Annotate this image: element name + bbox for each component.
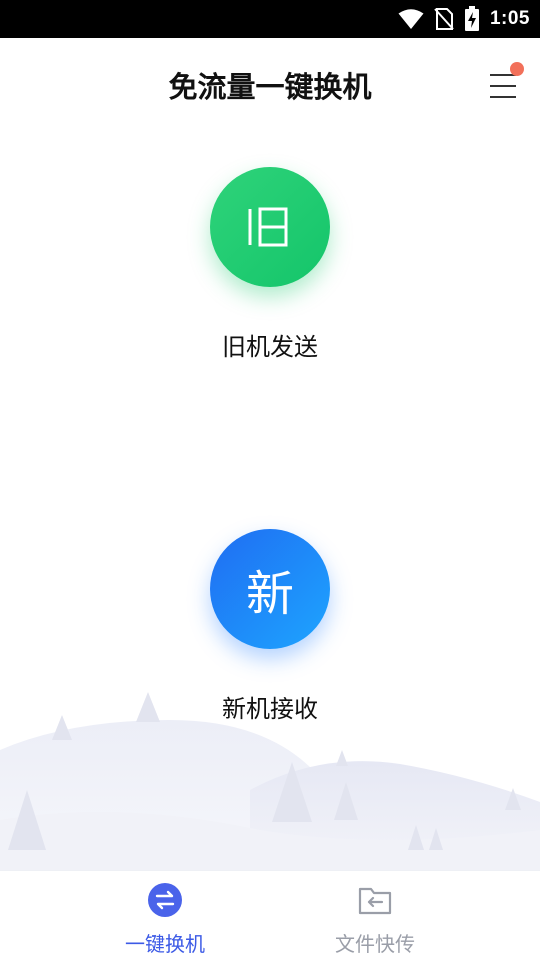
old-device-send-button[interactable]: 旧机发送	[170, 167, 370, 362]
bottom-tab-bar: 一键换机 文件快传	[0, 870, 540, 960]
menu-icon-line	[490, 85, 516, 87]
tab-label: 一键换机	[125, 932, 205, 956]
menu-icon-line	[490, 96, 516, 98]
menu-button[interactable]	[478, 62, 524, 108]
app-header: 免流量一键换机	[0, 38, 540, 130]
tab-one-click-switch[interactable]: 一键换机	[65, 871, 265, 960]
wifi-icon	[398, 9, 424, 29]
no-sim-icon	[434, 8, 454, 30]
new-device-label: 新机接收	[222, 695, 318, 723]
new-device-receive-button[interactable]: 新 新机接收	[170, 529, 370, 724]
page-title: 免流量一键换机	[168, 70, 372, 104]
swap-arrows-icon	[148, 883, 182, 917]
folder-transfer-icon	[358, 887, 392, 915]
status-time: 1:05	[489, 8, 530, 29]
battery-charging-icon	[464, 6, 479, 31]
tab-file-transfer[interactable]: 文件快传	[275, 871, 475, 960]
notification-dot	[510, 62, 524, 76]
status-icons: 1:05	[398, 0, 530, 38]
old-device-label: 旧机发送	[222, 333, 318, 361]
status-bar: 1:05	[0, 0, 540, 38]
old-device-glyph-icon	[248, 207, 288, 247]
new-device-glyph: 新	[245, 566, 294, 622]
old-device-circle	[210, 167, 330, 287]
new-device-circle: 新	[210, 529, 330, 649]
tab-label: 文件快传	[335, 932, 415, 956]
